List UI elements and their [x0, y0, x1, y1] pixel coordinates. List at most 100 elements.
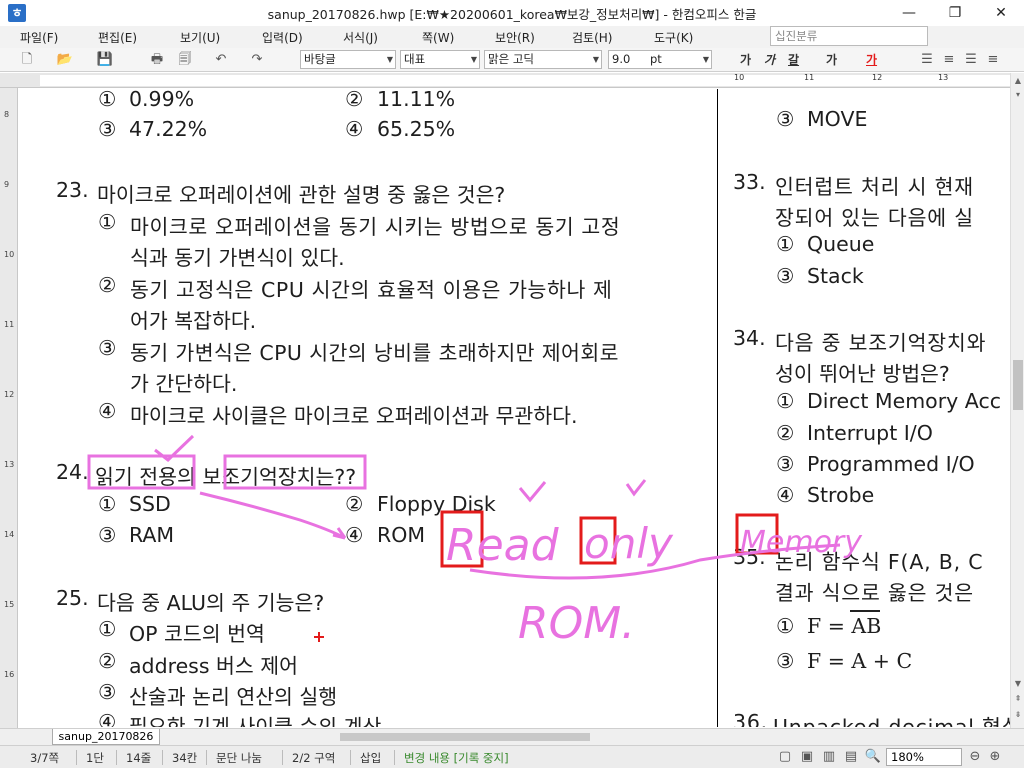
view-two-page-icon[interactable]: ▥ [820, 748, 838, 766]
option-marker: ④ [98, 399, 117, 423]
option-marker: ③ [98, 117, 117, 141]
title-bar: ㅎ sanup_20170826.hwp [E:₩★20200601_korea… [0, 0, 1024, 26]
font-color-button[interactable]: 가 [866, 51, 877, 68]
new-document-icon[interactable]: 🗋 [18, 51, 36, 69]
ruler-area [40, 75, 1010, 86]
underline-button[interactable]: 갈 [788, 51, 799, 68]
vruler-label: 13 [4, 460, 15, 469]
menu-page[interactable]: 쪽(W) [422, 29, 454, 46]
menu-review[interactable]: 검토(H) [572, 29, 612, 46]
ruler-label: 13 [938, 73, 949, 82]
status-separator [282, 750, 283, 765]
scroll-down-icon[interactable]: ▼ [1012, 678, 1024, 690]
vruler-label: 10 [4, 250, 15, 259]
language-combo[interactable]: 대표 ▼ [400, 50, 480, 69]
status-mode[interactable]: 삽입 [360, 750, 381, 766]
option-marker: ④ [345, 523, 364, 547]
option-marker: ④ [345, 117, 364, 141]
bold-button[interactable]: 가 [740, 51, 751, 68]
align-right-icon[interactable]: ≡ [984, 51, 1002, 69]
next-page-icon[interactable]: ⇟ [1012, 709, 1024, 721]
scroll-up-icon[interactable]: ▲ [1012, 75, 1024, 87]
option-marker: ③ [98, 523, 117, 547]
status-separator [76, 750, 77, 765]
status-column: 1단 [86, 751, 104, 765]
status-separator [206, 750, 207, 765]
option-text: Interrupt I/O [807, 421, 933, 445]
option-marker: ③ [98, 680, 117, 704]
option-marker: ④ [776, 483, 795, 507]
zoom-select[interactable]: 180% [886, 748, 962, 766]
option-text: MOVE [807, 107, 868, 131]
font-size-value: 9.0 [612, 52, 631, 66]
vruler-label: 16 [4, 670, 15, 679]
font-combo[interactable]: 맑은 고딕 ▼ [484, 50, 602, 69]
question-number: 34. [733, 326, 766, 350]
save-icon[interactable]: 💾 [96, 51, 114, 69]
scroll-thumb[interactable] [1013, 360, 1023, 410]
menu-tools[interactable]: 도구(K) [654, 29, 693, 46]
document-page[interactable]: ① 0.99% ② 11.11% ③ 47.22% ④ 65.25% 23. 마… [19, 89, 1012, 727]
search-input[interactable]: 십진분류 [770, 26, 928, 46]
vruler-label: 9 [4, 180, 10, 189]
zoom-in-icon[interactable]: ⊕ [986, 748, 1004, 766]
status-bar: 3/7쪽 1단 14줄 34칸 문단 나눔 2/2 구역 삽입 변경 내용 [기… [0, 745, 1024, 768]
style-combo[interactable]: 바탕글 ▼ [300, 50, 396, 69]
column-divider [717, 89, 718, 727]
print-icon[interactable]: 🖶 [148, 51, 166, 69]
zoom-out-icon[interactable]: ⊖ [966, 748, 984, 766]
menu-insert[interactable]: 입력(D) [262, 29, 303, 46]
question-text: 읽기 전용의 보조기억장치는?? [95, 460, 356, 490]
option-text: 47.22% [129, 117, 208, 141]
option-marker: ③ [776, 649, 795, 673]
status-char: 34칸 [172, 751, 198, 765]
question-connector: 의 [176, 465, 203, 489]
maximize-button[interactable]: ❐ [932, 0, 978, 26]
align-justify-icon[interactable]: ☰ [918, 51, 936, 69]
view-normal-icon[interactable]: ▢ [776, 748, 794, 766]
option-text: Floppy Disk [377, 492, 496, 516]
option-text: 11.11% [377, 89, 456, 111]
option-marker: ② [98, 273, 117, 297]
menu-file[interactable]: 파일(F) [20, 29, 58, 46]
menu-security[interactable]: 보안(R) [495, 29, 535, 46]
close-button[interactable]: ✕ [978, 0, 1024, 26]
status-page[interactable]: 3/7쪽 [30, 750, 59, 766]
option-marker: ① [776, 232, 795, 256]
vertical-ruler[interactable]: 8 9 10 11 12 13 14 15 16 [0, 88, 18, 728]
view-full-icon[interactable]: ▤ [842, 748, 860, 766]
question-number: 35. [733, 545, 766, 569]
italic-button[interactable]: 가 [764, 51, 775, 68]
font-size-unit: pt [649, 52, 662, 66]
horizontal-ruler[interactable]: 10 11 12 13 [0, 73, 1010, 88]
option-text: address 버스 제어 [129, 654, 299, 678]
redo-icon[interactable]: ↷ [248, 51, 266, 69]
open-folder-icon[interactable]: 📂 [56, 51, 74, 69]
vertical-scrollbar[interactable]: ▲ ▾ ▼ ⇞ ⇟ [1010, 73, 1024, 728]
font-size-combo[interactable]: 9.0 pt ▼ [608, 50, 712, 69]
option-text: 마이크로 사이클은 마이크로 오퍼레이션과 무관하다. [130, 404, 578, 428]
align-center-icon[interactable]: ☰ [962, 51, 980, 69]
char-shape-button[interactable]: 가 [826, 51, 837, 68]
status-separator [350, 750, 351, 765]
prev-page-icon[interactable]: ⇞ [1012, 693, 1024, 705]
menu-format[interactable]: 서식(J) [343, 29, 378, 46]
menu-edit[interactable]: 편집(E) [98, 29, 137, 46]
minimize-button[interactable]: — [886, 0, 932, 26]
status-track-changes[interactable]: 변경 내용 [기록 중지] [404, 750, 509, 766]
align-left-icon[interactable]: ≡ [940, 51, 958, 69]
document-tab[interactable]: sanup_20170826 [52, 729, 160, 745]
zoom-magnifier-icon[interactable]: 🔍 [864, 748, 882, 766]
overline-mark [850, 610, 880, 612]
option-marker: ② [345, 492, 364, 516]
view-page-icon[interactable]: ▣ [798, 748, 816, 766]
option-marker: ② [345, 89, 364, 111]
option-text: 마이크로 오퍼레이션을 동기 시키는 방법으로 동기 고정 [130, 215, 621, 239]
preview-icon[interactable]: 🗐 [176, 51, 194, 69]
menu-view[interactable]: 보기(U) [180, 29, 220, 46]
option-text: Queue [807, 232, 875, 256]
undo-icon[interactable]: ↶ [212, 51, 230, 69]
horizontal-scroll-thumb[interactable] [340, 733, 590, 741]
ruler-toggle-icon[interactable]: ▾ [1012, 89, 1024, 101]
question-number: 24. [56, 460, 89, 484]
